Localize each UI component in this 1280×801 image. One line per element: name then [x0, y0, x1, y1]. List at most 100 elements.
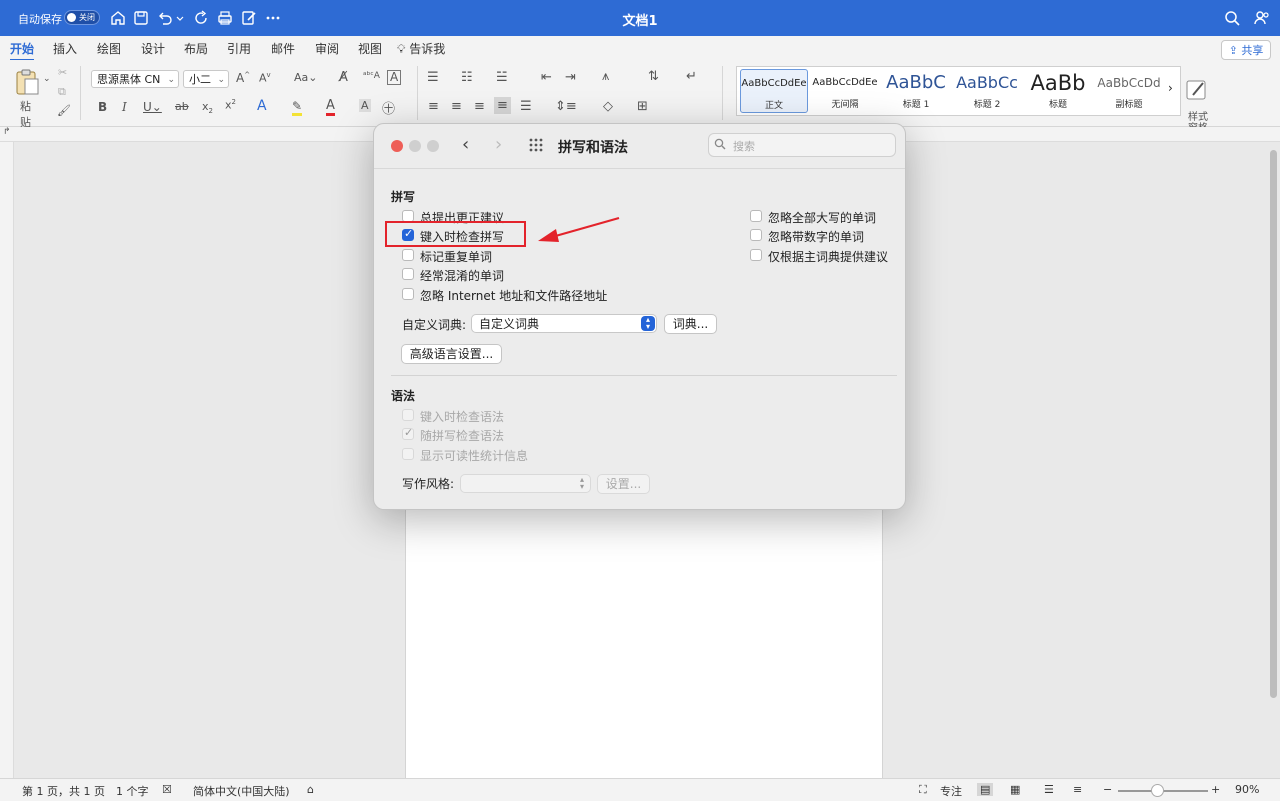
- distributed-icon[interactable]: ☰: [520, 99, 532, 114]
- tab-draw[interactable]: 绘图: [97, 40, 121, 57]
- chevron-left-icon[interactable]: ‹: [462, 134, 469, 155]
- checkbox[interactable]: [402, 268, 414, 280]
- search-input[interactable]: [731, 137, 885, 155]
- align-center-icon[interactable]: ≡: [451, 99, 462, 114]
- decrease-indent-icon[interactable]: ⇤: [541, 70, 552, 85]
- character-border-icon[interactable]: A: [387, 70, 402, 85]
- checkbox[interactable]: [750, 249, 762, 261]
- advanced-language-settings-button[interactable]: 高级语言设置...: [401, 344, 502, 364]
- enclose-character-icon[interactable]: ㊉: [382, 98, 395, 117]
- paste-dropdown-icon[interactable]: ⌄: [43, 74, 51, 84]
- zoom-slider-knob[interactable]: [1151, 784, 1164, 797]
- italic-icon[interactable]: I: [122, 100, 127, 114]
- tell-me[interactable]: 💡︎ 告诉我: [397, 40, 445, 57]
- checkbox-disabled[interactable]: [402, 448, 414, 460]
- checkbox-disabled-checked[interactable]: [402, 426, 414, 440]
- text-effects-icon[interactable]: A: [257, 98, 267, 114]
- chevron-right-icon[interactable]: ›: [495, 134, 502, 155]
- language-status[interactable]: 简体中文(中国大陆): [193, 783, 290, 799]
- outline-icon[interactable]: ☰: [1044, 783, 1054, 796]
- accessibility-icon[interactable]: ⌂: [307, 783, 314, 796]
- custom-dictionary-select[interactable]: 自定义词典 ▴ ▾: [471, 314, 657, 333]
- zoom-button[interactable]: [427, 140, 439, 152]
- clear-format-icon[interactable]: A̸: [339, 70, 348, 85]
- copy-icon[interactable]: ⧉: [58, 85, 66, 99]
- checkbox[interactable]: [750, 229, 762, 241]
- checkbox[interactable]: [750, 210, 762, 222]
- tab-stop-icon[interactable]: ↱: [3, 127, 11, 137]
- sort-chinese-icon[interactable]: ⩚: [602, 69, 609, 84]
- web-layout-icon[interactable]: ▦: [1010, 783, 1020, 796]
- cut-icon[interactable]: ✂︎: [58, 66, 67, 79]
- focus-label[interactable]: 专注: [940, 783, 962, 799]
- style-heading-2[interactable]: AaBbCc 标题 2: [953, 69, 1021, 113]
- style-no-spacing[interactable]: AaBbCcDdEe 无间隔: [811, 69, 879, 113]
- strikethrough-icon[interactable]: ab: [175, 100, 189, 113]
- align-left-icon[interactable]: ≡: [428, 99, 439, 114]
- tab-layout[interactable]: 布局: [184, 40, 208, 57]
- styles-pane-button[interactable]: 样式 窗格: [1185, 68, 1211, 134]
- subscript-icon[interactable]: x2: [202, 100, 213, 115]
- focus-icon[interactable]: ⛶: [919, 783, 927, 797]
- tab-design[interactable]: 设计: [141, 40, 165, 57]
- font-size-select[interactable]: 小二 ⌄: [183, 70, 229, 88]
- zoom-in-icon[interactable]: +: [1211, 783, 1220, 796]
- numbering-icon[interactable]: ☷: [461, 70, 473, 85]
- grow-font-icon[interactable]: A^: [236, 71, 250, 85]
- proofing-icon[interactable]: ☒: [162, 783, 172, 796]
- shading-icon[interactable]: ◇: [603, 99, 613, 114]
- tab-insert[interactable]: 插入: [53, 40, 77, 57]
- search-icon[interactable]: [1223, 9, 1241, 27]
- share-button[interactable]: ⇪ 共享: [1221, 40, 1271, 60]
- checkbox[interactable]: [402, 249, 414, 261]
- checkbox[interactable]: [402, 288, 414, 300]
- bullets-icon[interactable]: ☰: [427, 70, 439, 85]
- dialog-search-box[interactable]: [708, 133, 896, 157]
- grammar-settings-button[interactable]: 设置...: [597, 474, 650, 494]
- style-normal[interactable]: AaBbCcDdEe 正文: [740, 69, 808, 113]
- format-painter-icon[interactable]: 🖌︎: [57, 104, 71, 117]
- print-layout-icon[interactable]: ▤: [977, 783, 994, 796]
- increase-indent-icon[interactable]: ⇥: [565, 70, 576, 85]
- grid-icon[interactable]: [528, 137, 544, 156]
- tab-mailings[interactable]: 邮件: [271, 40, 295, 57]
- checkbox-disabled[interactable]: [402, 409, 414, 421]
- word-count[interactable]: 1 个字: [116, 783, 149, 799]
- sort-icon[interactable]: ⇅: [648, 69, 659, 84]
- highlight-icon[interactable]: ✎: [292, 99, 303, 116]
- style-heading-1[interactable]: AaBbC 标题 1: [882, 69, 950, 113]
- align-right-icon[interactable]: ≡: [474, 99, 485, 114]
- tab-view[interactable]: 视图: [358, 40, 382, 57]
- show-marks-icon[interactable]: ↵: [686, 69, 697, 84]
- tab-home[interactable]: 开始: [10, 40, 35, 61]
- font-name-select[interactable]: 思源黑体 CN ⌄: [91, 70, 179, 88]
- line-spacing-icon[interactable]: ⇕≡: [555, 99, 577, 114]
- superscript-icon[interactable]: x2: [225, 98, 236, 112]
- tab-references[interactable]: 引用: [227, 40, 251, 57]
- multilevel-list-icon[interactable]: ☱: [496, 70, 508, 85]
- character-shading-icon[interactable]: A: [359, 99, 371, 112]
- draft-icon[interactable]: ≡: [1073, 783, 1082, 796]
- zoom-out-icon[interactable]: −: [1103, 783, 1112, 796]
- dictionaries-button[interactable]: 词典...: [664, 314, 717, 334]
- close-button[interactable]: [391, 140, 403, 152]
- borders-icon[interactable]: ⊞: [637, 99, 648, 114]
- zoom-level[interactable]: 90%: [1235, 783, 1259, 796]
- phonetic-guide-icon[interactable]: ᵃᵇᶜA: [363, 71, 380, 81]
- underline-icon[interactable]: U⌄: [143, 100, 162, 114]
- minimize-button[interactable]: [409, 140, 421, 152]
- style-title[interactable]: AaBb 标题: [1024, 69, 1092, 113]
- writing-style-select[interactable]: ▴ ▾: [460, 474, 591, 493]
- page-count[interactable]: 第 1 页，共 1 页: [22, 783, 105, 799]
- tab-review[interactable]: 审阅: [315, 40, 339, 57]
- paste-button[interactable]: 粘贴: [14, 68, 40, 129]
- bold-icon[interactable]: B: [98, 100, 107, 114]
- font-color-icon[interactable]: A: [326, 98, 335, 116]
- style-subtitle[interactable]: AaBbCcDd 副标题: [1095, 69, 1163, 113]
- chevron-right-icon[interactable]: ›: [1168, 81, 1173, 95]
- justify-icon[interactable]: ≡: [494, 97, 511, 114]
- share-people-icon[interactable]: [1253, 9, 1271, 27]
- document-page[interactable]: [405, 490, 883, 780]
- vertical-scrollbar[interactable]: [1270, 150, 1277, 698]
- change-case-icon[interactable]: Aa⌄: [294, 71, 317, 84]
